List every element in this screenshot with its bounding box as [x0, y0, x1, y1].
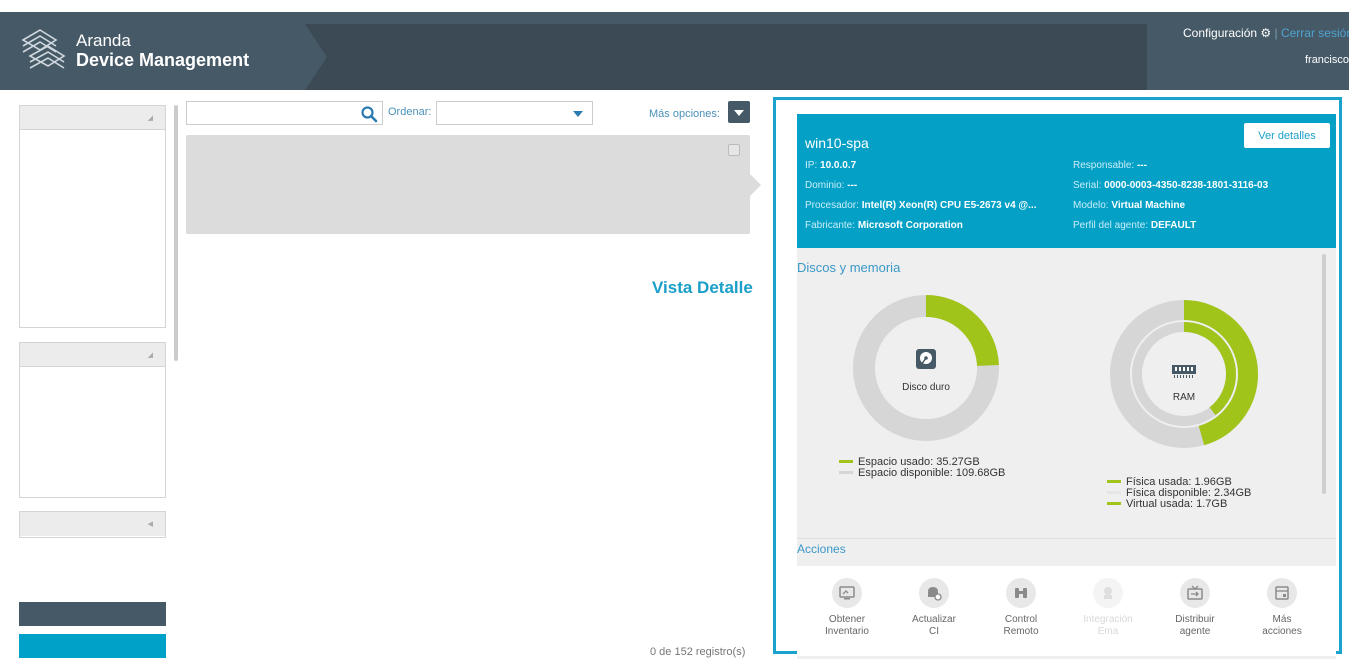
more-actions-icon [1267, 578, 1297, 608]
chevron-down-icon [573, 111, 583, 117]
ram-legend: Física usada: 1.96GB Física disponible: … [1107, 477, 1251, 510]
sidebar-dark-button[interactable] [19, 602, 166, 626]
config-link[interactable]: Configuración [1183, 26, 1257, 40]
user-name: francisco [1304, 54, 1349, 66]
list-item[interactable] [186, 135, 750, 234]
field-ip: IP: 10.0.0.7 [805, 160, 857, 171]
aranda-logo-icon [21, 29, 66, 69]
detail-content: win10-spa Ver detalles IP: 10.0.0.7 Domi… [797, 114, 1336, 659]
field-domain: Dominio: --- [805, 180, 858, 191]
app-header: Aranda Device Management Configuración ⚙… [0, 12, 1349, 90]
action-update-ci[interactable]: Actualizar CI [894, 566, 974, 638]
collapse-icon: ◀ [147, 521, 153, 528]
hard-disk-icon [916, 349, 936, 369]
memory-chip-icon [1172, 365, 1196, 378]
distribute-icon [1180, 578, 1210, 608]
filter-panel-1-header[interactable]: ◢ [20, 106, 165, 130]
filter-panel-1: ◢ [19, 105, 166, 328]
view-details-button[interactable]: Ver detalles [1244, 123, 1330, 148]
action-more-actions[interactable]: Más acciones [1242, 566, 1322, 638]
search-input[interactable] [186, 101, 383, 125]
inventory-icon [832, 578, 862, 608]
disk-legend: Espacio usado: 35.27GB Espacio disponibl… [839, 457, 1005, 479]
legend-ram-virtual-used: Virtual usada: 1.7GB [1107, 499, 1251, 510]
sidebar-cyan-button[interactable] [19, 634, 166, 658]
action-integration-ema: Integración Ema [1068, 566, 1148, 638]
field-manufacturer: Fabricante: Microsoft Corporation [805, 220, 963, 231]
field-model: Modelo: Virtual Machine [1073, 200, 1186, 211]
view-label: Vista Detalle [652, 278, 753, 297]
binoculars-icon [1006, 578, 1036, 608]
action-remote-control[interactable]: Control Remoto [981, 566, 1061, 638]
section-divider [797, 538, 1336, 539]
action-distribute-agent[interactable]: Distribuir agente [1155, 566, 1235, 638]
header-separator: | [1274, 26, 1278, 40]
brand-title: Aranda Device Management [76, 32, 249, 71]
more-options-label: Más opciones: [649, 108, 720, 120]
expand-icon: ◢ [147, 352, 153, 359]
order-select[interactable] [436, 101, 593, 125]
field-responsible: Responsable: --- [1073, 160, 1147, 171]
detail-scrollbar[interactable] [1322, 254, 1326, 494]
selection-pointer [750, 174, 761, 196]
expand-icon: ◢ [147, 115, 153, 122]
search-icon[interactable] [360, 105, 378, 123]
field-serial: Serial: 0000-0003-4350-8238-1801-3116-03 [1073, 180, 1269, 191]
device-name: win10-spa [805, 135, 869, 151]
field-agent-profile: Perfil del agente: DEFAULT [1073, 220, 1197, 231]
header-tab-area [305, 24, 1147, 90]
actions-bar: Obtener Inventario Actualizar CI Control Re… [797, 566, 1336, 656]
logout-link[interactable]: Cerrar sesión [1281, 26, 1349, 40]
update-ci-icon [919, 578, 949, 608]
more-options-button[interactable] [728, 101, 750, 123]
order-label: Ordenar: [388, 106, 432, 118]
filter-panel-3: ◀ [19, 511, 166, 538]
records-count: 0 de 152 registro(s) [650, 646, 746, 658]
sidebar-scrollbar[interactable] [174, 105, 178, 361]
action-get-inventory[interactable]: Obtener Inventario [807, 566, 887, 638]
disks-memory-title: Discos y memoria [797, 260, 901, 275]
legend-disk-free: Espacio disponible: 109.68GB [839, 468, 1005, 479]
integration-icon [1093, 578, 1123, 608]
filter-panel-2-header[interactable]: ◢ [20, 343, 165, 367]
gear-icon[interactable]: ⚙ [1260, 26, 1271, 40]
filter-panel-2: ◢ [19, 342, 166, 498]
disk-label: Disco duro [902, 382, 950, 393]
actions-title: Acciones [797, 542, 846, 556]
detail-view-panel: win10-spa Ver detalles IP: 10.0.0.7 Domi… [773, 97, 1342, 659]
brand-line2: Device Management [76, 50, 250, 70]
list-item-checkbox[interactable] [728, 144, 740, 156]
header-menu: Configuración ⚙ | Cerrar sesión [1183, 26, 1349, 40]
field-processor: Procesador: Intel(R) Xeon(R) CPU E5-2673… [805, 200, 1037, 211]
ram-label: RAM [1172, 392, 1196, 403]
brand-line1: Aranda [76, 31, 131, 50]
device-summary: win10-spa Ver detalles IP: 10.0.0.7 Domi… [797, 114, 1336, 248]
filter-panel-3-header[interactable]: ◀ [20, 512, 165, 536]
